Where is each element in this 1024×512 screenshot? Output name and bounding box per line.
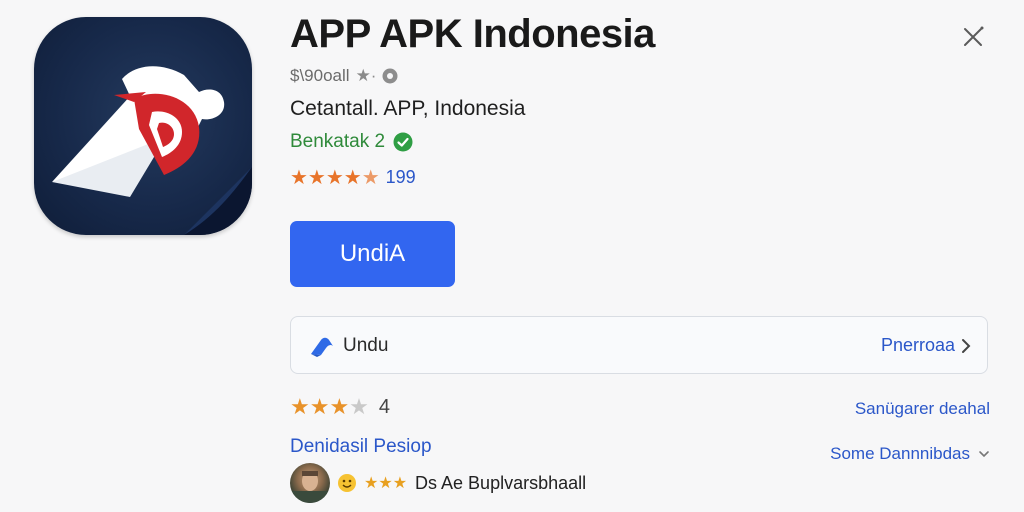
chevron-down-icon: [979, 451, 989, 458]
avatar: [290, 463, 330, 503]
more-reviews-label: Some Dannnibdas: [830, 444, 970, 463]
rating-stars: ★★★★★: [290, 167, 380, 189]
download-bar[interactable]: Undu Pnerroaa: [290, 316, 988, 374]
star-icon: ★·: [355, 66, 377, 85]
download-link-label: Pnerroaa: [880, 335, 955, 355]
download-label: Undu: [343, 335, 389, 356]
reviewer-row: ★★★ Ds Ae Buplvarsbhaall: [290, 463, 586, 503]
download-link[interactable]: Pnerroaa: [881, 335, 971, 356]
developer-row: $\90oall ★·: [290, 66, 398, 86]
app-icon: [34, 17, 252, 235]
install-button[interactable]: UndiA: [290, 221, 455, 287]
rating-row: ★★★★★ 199: [290, 165, 416, 190]
app-title: APP APK Indonesia: [290, 12, 655, 56]
info-icon[interactable]: [382, 68, 398, 84]
emoji-icon: [338, 474, 356, 492]
app-subtitle: Cetantall. APP, Indonesia: [290, 97, 526, 120]
review-stars: ★★★★: [290, 394, 369, 419]
verified-row: Benkatak 2: [290, 131, 413, 153]
details-link[interactable]: Denidasil Pesiop: [290, 436, 432, 458]
reviewer-stars: ★★★: [364, 475, 408, 492]
verified-label: Benkatak 2: [290, 131, 386, 152]
rating-count: 199: [385, 167, 416, 187]
close-button[interactable]: [958, 22, 988, 52]
check-icon: [393, 132, 413, 152]
reviewer-name: Ds Ae Buplvarsbhaall: [415, 472, 587, 493]
see-details-link[interactable]: Sanügarer deahal: [855, 399, 990, 419]
app-logo-graphic: [52, 66, 252, 235]
review-value: 4: [378, 395, 391, 418]
close-icon: [964, 26, 984, 46]
download-icon: [311, 337, 333, 357]
developer-name: $\90oall: [290, 66, 350, 85]
more-reviews-link[interactable]: Some Dannnibdas: [830, 444, 990, 464]
review-summary: ★★★★ 4: [290, 394, 390, 420]
chevron-right-icon: [962, 338, 971, 353]
